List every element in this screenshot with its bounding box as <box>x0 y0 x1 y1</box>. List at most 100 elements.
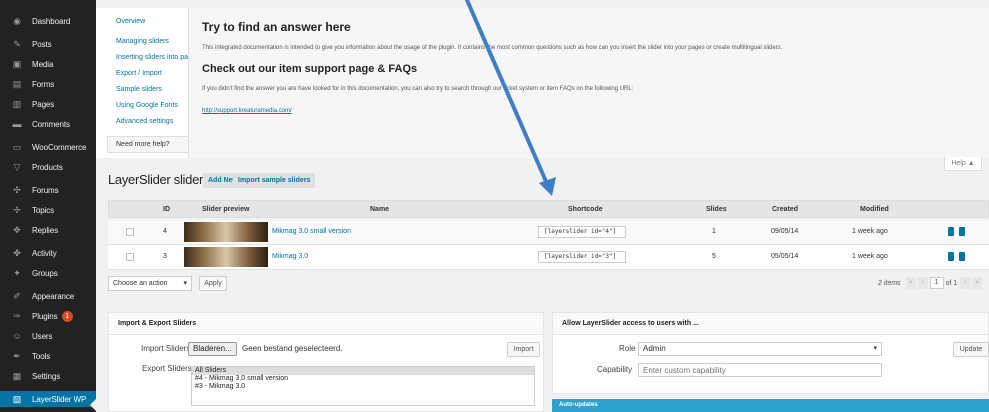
sidebar-item-label: Forums <box>32 185 59 195</box>
browse-file-button[interactable]: Bladeren... <box>188 342 237 356</box>
support-link[interactable]: http://support.kreaturamedia.com/ <box>202 108 292 114</box>
sidebar-item-products[interactable]: ▽ Products <box>0 159 96 175</box>
shortcode-field[interactable]: [layerslider id="4"] <box>538 226 626 238</box>
slider-modified-date: 1 week ago <box>852 228 888 235</box>
import-sliders-label: Import Sliders <box>141 344 191 353</box>
slider-preview-thumbnail[interactable] <box>184 247 268 267</box>
sidebar-item-woocommerce[interactable]: ▭ WooCommerce <box>0 139 96 155</box>
column-header-name: Name <box>370 206 390 213</box>
current-page-input[interactable]: 1 <box>929 277 944 289</box>
slider-slides-count: 5 <box>712 253 716 260</box>
export-option-all[interactable]: All Sliders <box>192 367 534 375</box>
role-value: Admin <box>643 344 666 353</box>
capability-input[interactable] <box>638 363 882 377</box>
update-button[interactable]: Update <box>953 342 989 357</box>
apply-button[interactable]: Apply <box>199 276 227 291</box>
sidebar-item-label: Products <box>32 162 63 172</box>
tools-icon: ✒ <box>13 351 21 361</box>
sidebar-item-topics[interactable]: ✢ Topics <box>0 202 96 218</box>
export-option[interactable]: #4 - Mikmag 3.0 small version <box>192 375 534 383</box>
row-checkbox[interactable] <box>126 228 134 236</box>
sidebar-item-appearance[interactable]: ✐ Appearance <box>0 288 96 304</box>
sidebar-item-plugins[interactable]: ✑ Plugins 1 <box>0 308 96 324</box>
groups-icon: ✦ <box>13 268 21 278</box>
sidebar-item-label: Pages <box>32 99 55 109</box>
import-export-box: Import & Export Sliders Import Sliders B… <box>108 312 544 412</box>
woocommerce-icon: ▭ <box>12 142 22 152</box>
help-tab-overview[interactable]: Overview <box>116 18 145 25</box>
column-header-modified: Modified <box>860 206 889 213</box>
help-tab-sample-sliders[interactable]: Sample sliders <box>116 86 162 93</box>
chevron-down-icon: ▾ <box>873 345 877 352</box>
duplicate-icon[interactable] <box>948 227 954 236</box>
sidebar-item-pages[interactable]: ▥ Pages <box>0 96 96 112</box>
row-checkbox[interactable] <box>126 253 134 261</box>
sidebar-item-settings[interactable]: ▦ Settings <box>0 368 96 384</box>
prev-page-button[interactable]: ‹ <box>917 277 928 289</box>
column-header-preview: Slider preview <box>202 206 250 213</box>
sidebar-item-dashboard[interactable]: ◉ Dashboard <box>0 13 96 29</box>
sidebar-item-tools[interactable]: ✒ Tools <box>0 348 96 364</box>
sidebar-item-media[interactable]: ▣ Media <box>0 56 96 72</box>
contextual-help-panel: Overview Managing sliders Inserting slider… <box>96 8 989 158</box>
last-page-button[interactable]: » <box>972 277 983 289</box>
help-tab-using-google-fonts[interactable]: Using Google Fonts <box>116 102 178 109</box>
import-button[interactable]: Import <box>507 342 540 357</box>
admin-sidebar: ◉ Dashboard ✎ Posts ▣ Media ▤ Forms ▥ Pages ▬ Comme… <box>0 0 96 412</box>
export-option[interactable]: #3 - Mikmag 3.0 <box>192 383 534 391</box>
sidebar-item-label: Activity <box>32 248 57 258</box>
sidebar-item-label: Media <box>32 59 54 69</box>
update-count-badge: 1 <box>61 310 73 322</box>
sidebar-item-posts[interactable]: ✎ Posts <box>0 36 96 52</box>
role-label: Role <box>619 344 636 353</box>
help-tabs: Overview Managing sliders Inserting slider… <box>96 8 199 158</box>
table-row: 4 Mikmag 3.0 small version [layerslider … <box>108 220 989 245</box>
access-box: Allow LayerSlider access to users with .… <box>552 312 989 394</box>
forums-icon: ✣ <box>13 185 21 195</box>
sidebar-item-groups[interactable]: ✦ Groups <box>0 265 96 281</box>
sidebar-item-label: Users <box>32 331 53 341</box>
auto-updates-box-title: Auto-updates <box>552 399 989 412</box>
column-header-slides: Slides <box>706 206 727 213</box>
sidebar-item-label: Forms <box>32 79 55 89</box>
page-title: LayerSlider sliders <box>108 172 210 187</box>
media-icon: ▣ <box>12 59 22 69</box>
help-tab-advanced-settings[interactable]: Advanced settings <box>116 118 173 125</box>
trash-icon[interactable] <box>959 252 965 261</box>
no-file-selected-text: Geen bestand geselecteerd. <box>242 344 343 353</box>
sidebar-item-layerslider-wp[interactable]: ▧ LayerSlider WP <box>0 391 96 407</box>
first-page-button[interactable]: « <box>905 277 916 289</box>
sidebar-item-forums[interactable]: ✣ Forums <box>0 182 96 198</box>
sidebar-item-users[interactable]: ☺ Users <box>0 328 96 344</box>
help-toggle-button[interactable]: Help ▲ <box>944 157 982 171</box>
bulk-action-select[interactable]: Choose an action ▾ <box>108 276 192 291</box>
duplicate-icon[interactable] <box>948 252 954 261</box>
help-tab-inserting-sliders-into-pages[interactable]: Inserting sliders into pages <box>116 54 199 61</box>
slider-created-date: 09/05/14 <box>771 228 799 235</box>
sidebar-item-activity[interactable]: ✤ Activity <box>0 245 96 261</box>
import-export-title: Import & Export Sliders <box>109 313 543 335</box>
sidebar-item-label: Dashboard <box>32 16 71 26</box>
sidebar-item-label: Appearance <box>32 291 75 301</box>
slider-name-link[interactable]: Mikmag 3.0 small version <box>272 228 351 235</box>
trash-icon[interactable] <box>959 227 965 236</box>
role-select[interactable]: Admin ▾ <box>638 342 882 356</box>
help-tab-export-import[interactable]: Export / Import <box>116 70 162 77</box>
sidebar-item-label: Groups <box>32 268 58 278</box>
help-tab-managing-sliders[interactable]: Managing sliders <box>116 38 169 45</box>
plugins-icon: ✑ <box>13 311 21 321</box>
sidebar-item-forms[interactable]: ▤ Forms <box>0 76 96 92</box>
sidebar-item-comments[interactable]: ▬ Comments <box>0 116 96 132</box>
help-tab-need-more-help[interactable]: Need more help? <box>107 136 188 153</box>
help-content: Try to find an answer here This integrat… <box>188 8 989 158</box>
next-page-button[interactable]: › <box>960 277 971 289</box>
shortcode-field[interactable]: [layerslider id="3"] <box>538 251 626 263</box>
sidebar-item-replies[interactable]: ✥ Replies <box>0 222 96 238</box>
slider-name-link[interactable]: Mikmag 3.0 <box>272 253 308 260</box>
pages-icon: ▥ <box>12 99 22 109</box>
items-count: 2 items <box>878 279 901 287</box>
slider-preview-thumbnail[interactable] <box>184 222 268 242</box>
import-sample-sliders-button[interactable]: Import sample sliders <box>233 173 316 188</box>
table-header-row: ID Slider preview Name Shortcode Slides … <box>108 200 989 218</box>
export-sliders-list[interactable]: All Sliders #4 - Mikmag 3.0 small versio… <box>191 366 535 406</box>
